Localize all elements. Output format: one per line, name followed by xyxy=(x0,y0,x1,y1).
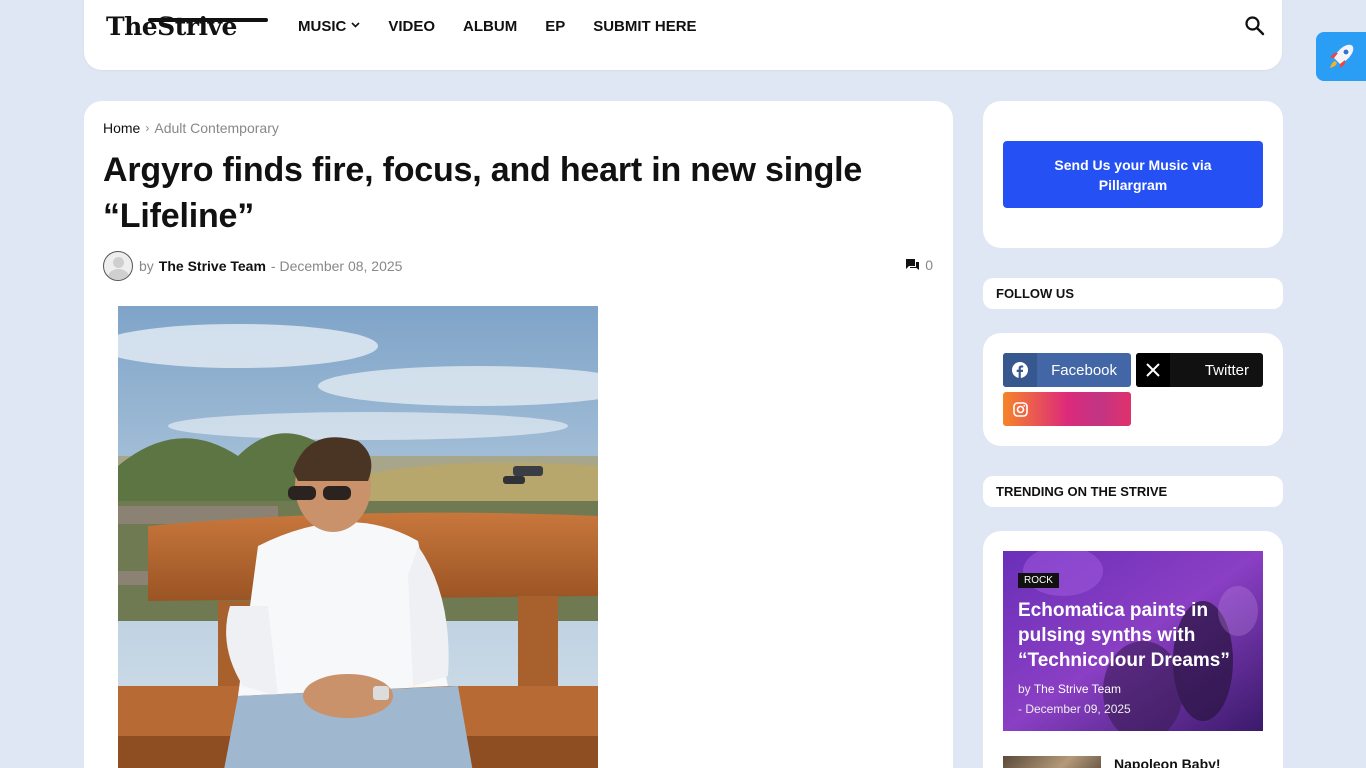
facebook-label: Facebook xyxy=(1051,361,1117,379)
main-nav: MUSIC VIDEO ALBUM EP SUBMIT HERE xyxy=(298,18,725,35)
rocket-icon[interactable] xyxy=(1316,32,1366,81)
trending-heading: TRENDING ON THE STRIVE xyxy=(983,476,1283,507)
x-icon xyxy=(1136,353,1170,387)
trending-headline[interactable]: Echomatica paints in pulsing synths with… xyxy=(1018,598,1253,673)
nav-item-music[interactable]: MUSIC xyxy=(298,18,360,35)
trending-thumbnail xyxy=(1003,756,1101,768)
instagram-icon xyxy=(1003,392,1037,426)
breadcrumb: Home › Adult Contemporary xyxy=(103,120,279,136)
article-photo xyxy=(118,306,598,768)
trending-date: - December 09, 2025 xyxy=(1018,702,1131,716)
twitter-button[interactable]: Twitter xyxy=(1136,353,1263,387)
breadcrumb-separator: › xyxy=(145,121,150,135)
breadcrumb-home[interactable]: Home xyxy=(103,120,140,136)
site-header: TheStrive MUSIC VIDEO ALBUM EP SUBMIT HE… xyxy=(84,0,1282,70)
by-label: by xyxy=(1018,682,1031,696)
social-card: Facebook Twitter xyxy=(983,333,1283,446)
send-music-card: Send Us your Music via Pillargram xyxy=(983,101,1283,248)
trending-author[interactable]: The Strive Team xyxy=(1034,682,1121,696)
comments-icon xyxy=(906,259,920,270)
publish-date: - December 08, 2025 xyxy=(270,258,403,274)
site-logo[interactable]: TheStrive xyxy=(106,10,270,44)
article-card: Home › Adult Contemporary Argyro finds f… xyxy=(84,101,953,768)
instagram-button[interactable] xyxy=(1003,392,1131,426)
nav-item-label: MUSIC xyxy=(298,18,347,35)
logo-bar xyxy=(148,18,268,22)
category-tag[interactable]: ROCK xyxy=(1018,573,1059,588)
trending-feature[interactable]: ROCK Echomatica paints in pulsing synths… xyxy=(1003,551,1263,731)
comments-link[interactable]: 0 xyxy=(905,257,933,273)
follow-us-heading: FOLLOW US xyxy=(983,278,1283,309)
article-title: Argyro finds fire, focus, and heart in n… xyxy=(103,151,863,235)
search-icon[interactable] xyxy=(1244,15,1266,37)
chevron-down-icon xyxy=(351,20,360,31)
trending-item-title[interactable]: Napoleon Baby! xyxy=(1114,756,1221,768)
facebook-button[interactable]: Facebook xyxy=(1003,353,1131,387)
article-meta: by The Strive Team - December 08, 2025 xyxy=(103,251,402,281)
nav-item-album[interactable]: ALBUM xyxy=(463,18,517,35)
nav-item-video[interactable]: VIDEO xyxy=(388,18,435,35)
comment-count: 0 xyxy=(925,257,933,273)
trending-item[interactable]: Napoleon Baby! xyxy=(1003,756,1263,768)
twitter-label: Twitter xyxy=(1204,361,1249,379)
facebook-icon xyxy=(1003,353,1037,387)
by-label: by xyxy=(139,258,154,274)
send-music-button[interactable]: Send Us your Music via Pillargram xyxy=(1003,141,1263,208)
nav-item-ep[interactable]: EP xyxy=(545,18,565,35)
breadcrumb-category[interactable]: Adult Contemporary xyxy=(154,120,279,136)
author-avatar[interactable] xyxy=(103,251,133,281)
nav-item-submit[interactable]: SUBMIT HERE xyxy=(593,18,696,35)
trending-card: ROCK Echomatica paints in pulsing synths… xyxy=(983,531,1283,768)
trending-meta: by The Strive Team - December 09, 2025 xyxy=(1018,679,1131,719)
author-link[interactable]: The Strive Team xyxy=(159,258,266,274)
logo-text: TheStrive xyxy=(106,12,237,41)
